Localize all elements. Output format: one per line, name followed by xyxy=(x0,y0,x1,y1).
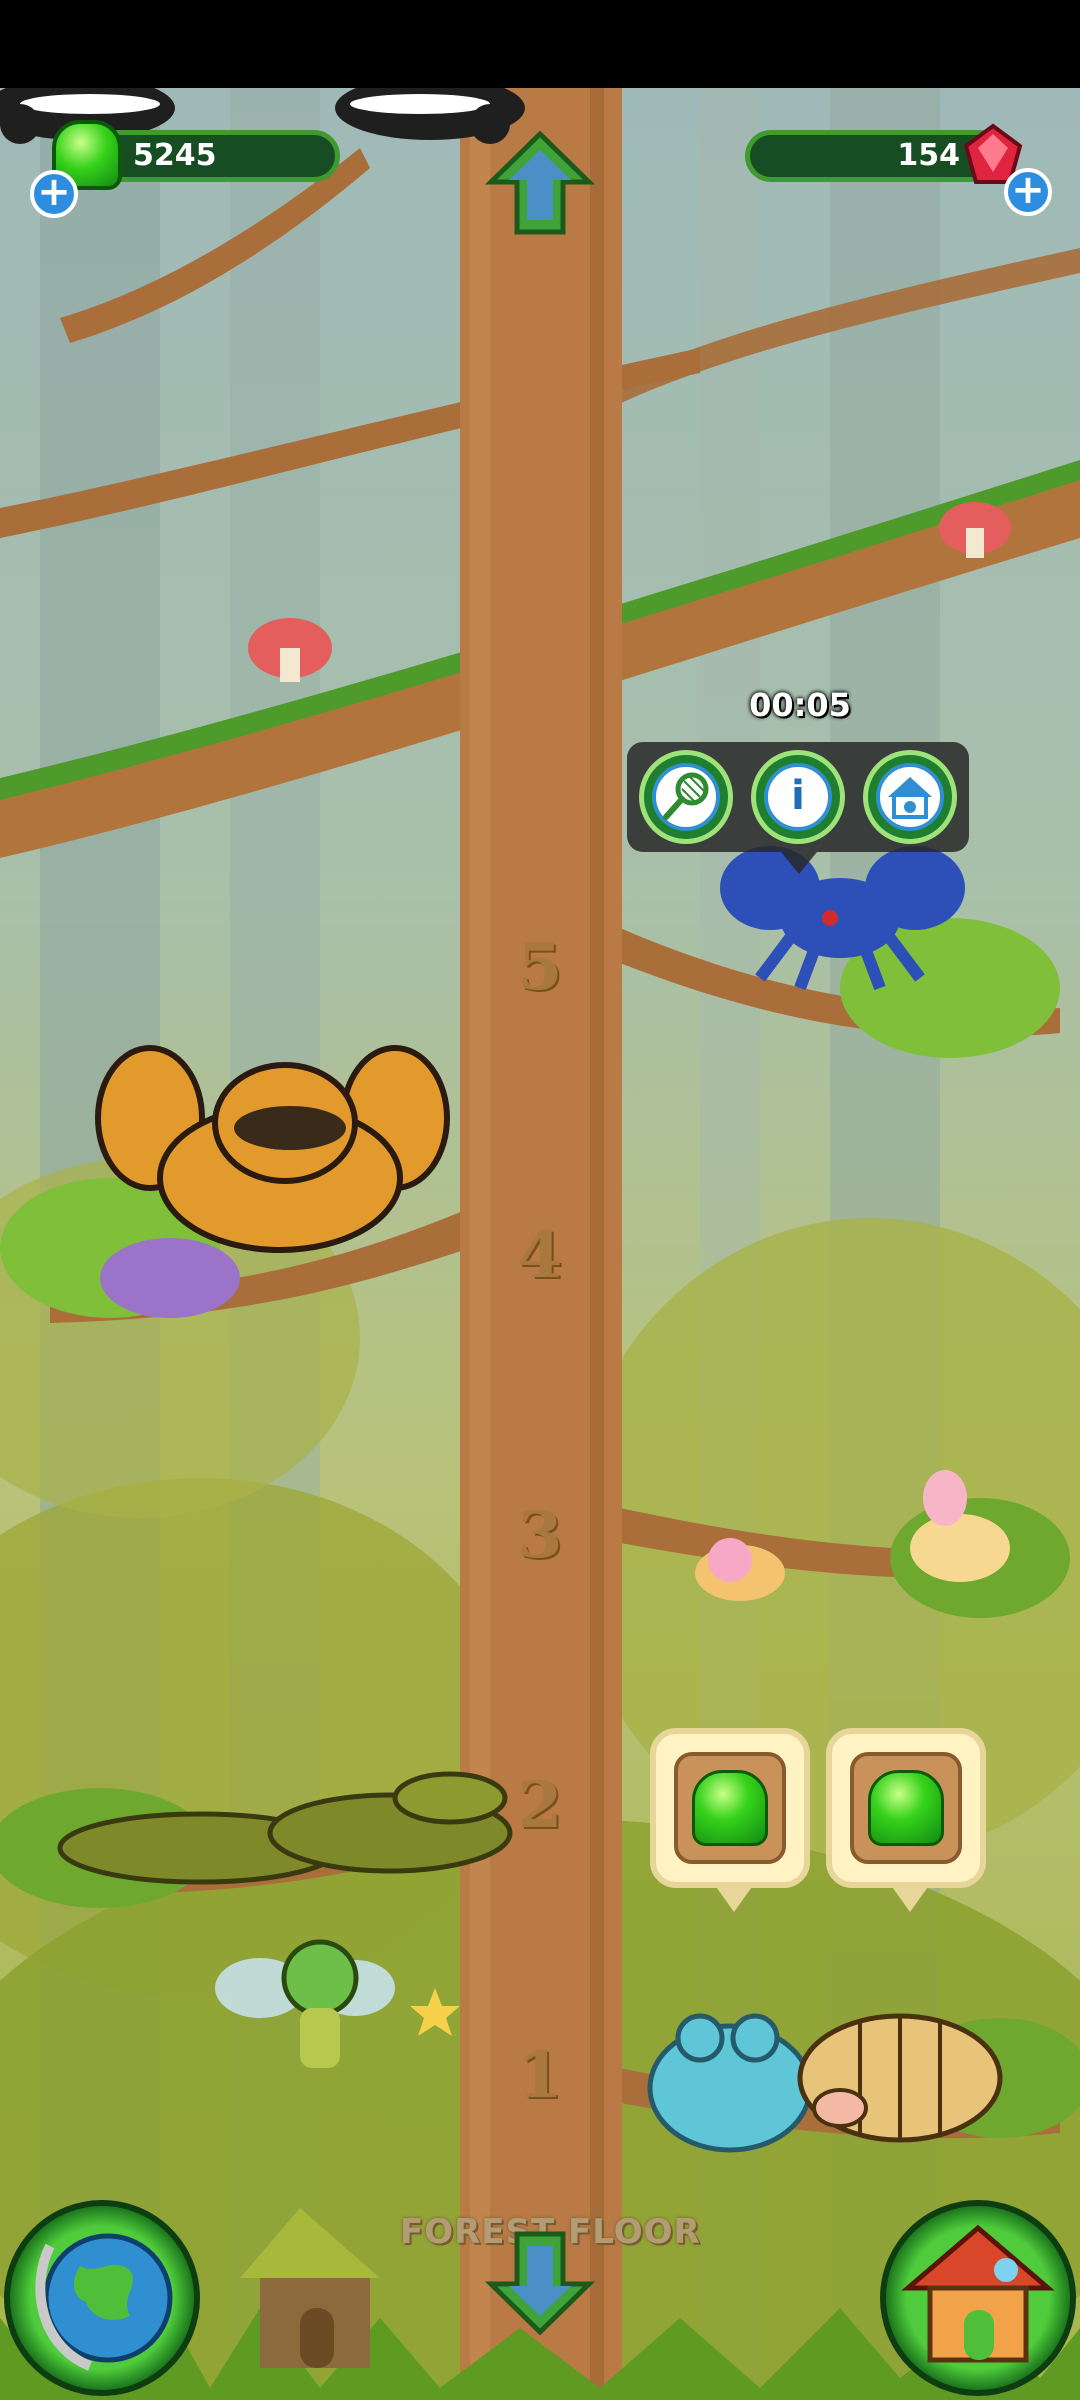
pet-house-icon xyxy=(876,763,944,831)
creature-action-panel: i xyxy=(627,742,969,874)
scroll-down-button[interactable] xyxy=(485,2228,595,2338)
pink-snail xyxy=(695,1538,785,1601)
up-arrow-icon xyxy=(485,130,595,235)
pet-house-button[interactable] xyxy=(863,750,957,844)
tanuki xyxy=(95,1045,450,1253)
level-2-marker: 2 xyxy=(517,1768,563,1843)
green-jelly-icon xyxy=(692,1770,768,1846)
armadillo xyxy=(797,2013,1003,2143)
blue-frog xyxy=(647,2013,813,2153)
level-4-marker: 4 xyxy=(517,1218,563,1293)
net-button[interactable] xyxy=(639,750,733,844)
level-1-marker: 1 xyxy=(517,2038,563,2113)
crocodiles xyxy=(57,1771,513,1885)
scroll-up-button[interactable] xyxy=(485,128,595,238)
level-5-marker: 5 xyxy=(517,930,563,1005)
globe-icon xyxy=(35,2233,173,2371)
green-jelly-icon xyxy=(868,1770,944,1846)
add-jelly-button[interactable]: + xyxy=(30,170,78,218)
timer: 00:05 xyxy=(749,686,851,724)
jelly-reward-bubble-frog[interactable] xyxy=(650,1728,810,1912)
info-icon: i xyxy=(764,763,832,831)
down-arrow-icon xyxy=(485,2231,595,2336)
fairy xyxy=(215,1939,460,2068)
net-icon xyxy=(652,763,720,831)
jelly-count: 5245 xyxy=(133,138,217,173)
gem-count: 154 xyxy=(897,138,960,173)
home-icon xyxy=(901,2224,1055,2363)
game-scene: 5 4 3 2 1 FOREST FLOOR 00:05 i 5245 + 15… xyxy=(0,88,1080,2400)
level-3-marker: 3 xyxy=(517,1498,563,1573)
add-gem-button[interactable]: + xyxy=(1004,168,1052,216)
info-button[interactable]: i xyxy=(751,750,845,844)
home-button[interactable] xyxy=(880,2200,1076,2396)
blue-spider xyxy=(720,846,965,991)
jelly-reward-bubble-armadillo[interactable] xyxy=(826,1728,986,1912)
status-bar xyxy=(0,0,1080,88)
yellow-bunny xyxy=(910,1470,1010,1582)
world-map-button[interactable] xyxy=(4,2200,200,2396)
